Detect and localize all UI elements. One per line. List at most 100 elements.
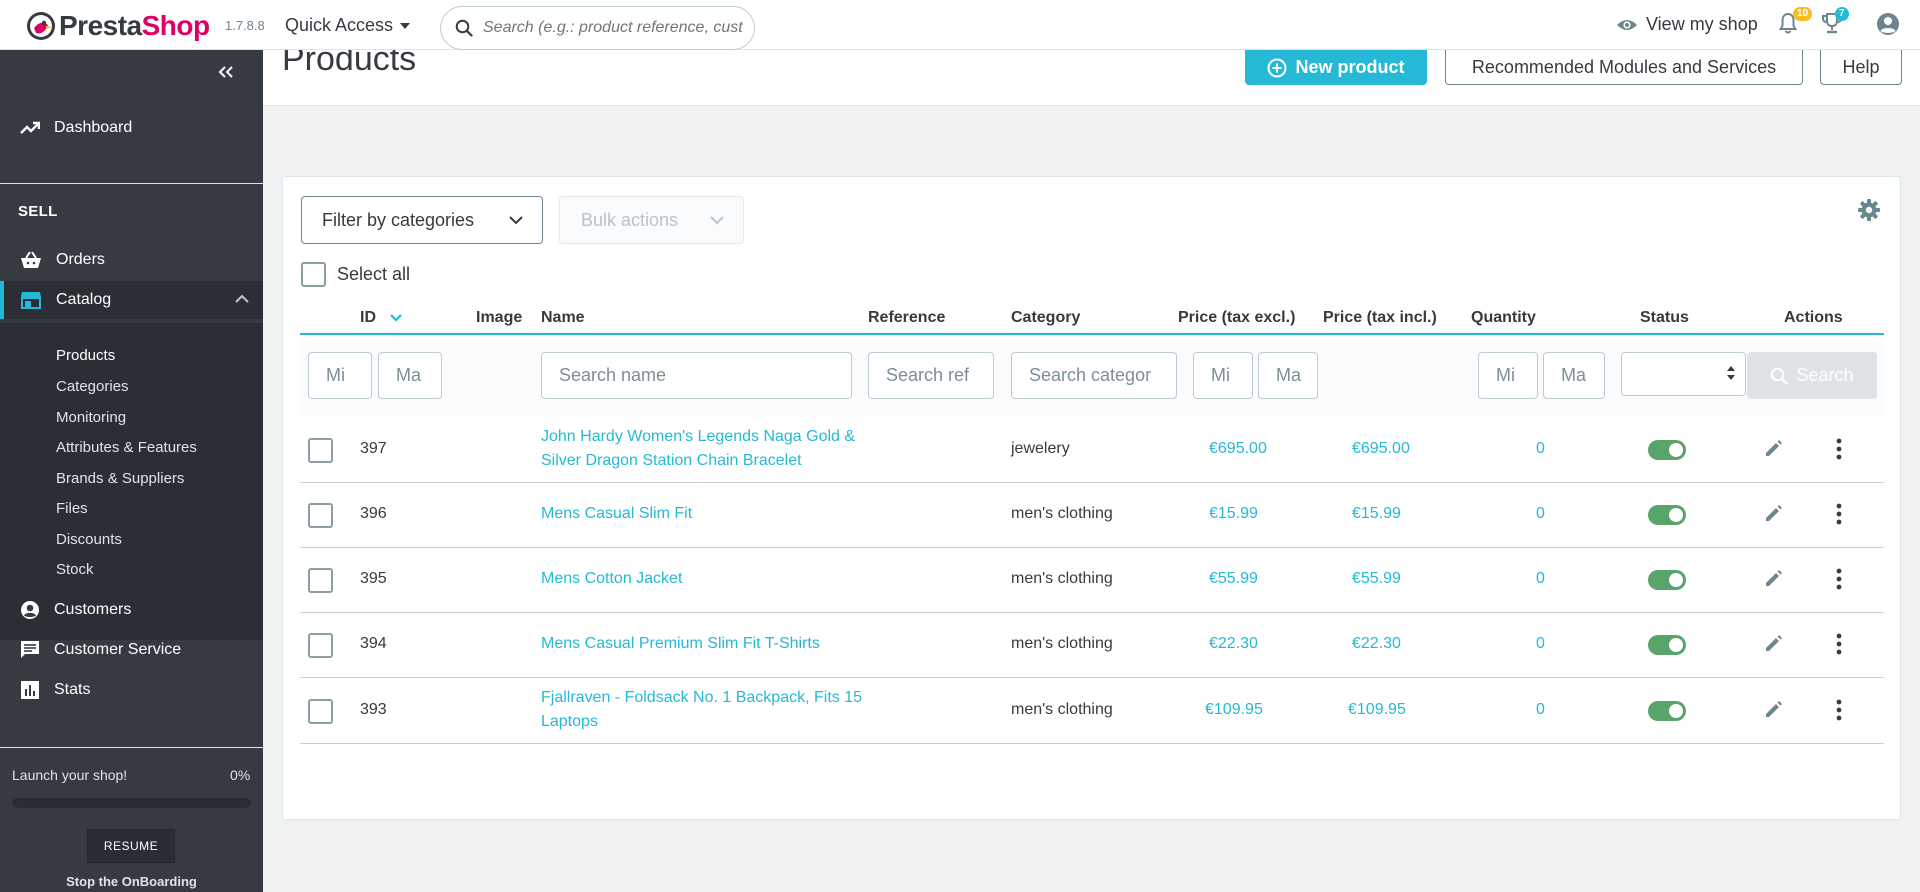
sidebar-item-label: Customer Service — [54, 641, 182, 658]
more-vertical-icon[interactable] — [1836, 438, 1842, 460]
view-shop-label: View my shop — [1646, 14, 1758, 34]
more-vertical-icon[interactable] — [1836, 699, 1842, 721]
edit-pencil-icon[interactable] — [1764, 699, 1784, 719]
column-header-id[interactable]: ID — [360, 302, 402, 335]
view-shop-link[interactable]: View my shop — [1616, 14, 1758, 35]
row-name-link[interactable]: Mens Casual Slim Fit — [541, 502, 871, 526]
filter-id-min-input[interactable]: Mi — [308, 352, 372, 399]
filter-status-select[interactable] — [1621, 352, 1746, 396]
column-header-category[interactable]: Category — [1011, 302, 1080, 335]
table-row: 394 Mens Casual Premium Slim Fit T-Shirt… — [300, 613, 1884, 678]
row-status-toggle[interactable] — [1648, 701, 1686, 721]
more-vertical-icon[interactable] — [1836, 503, 1842, 525]
achievements-button[interactable]: 7 — [1821, 7, 1849, 34]
more-vertical-icon[interactable] — [1836, 633, 1842, 655]
employee-menu-button[interactable] — [1876, 12, 1900, 36]
submenu-item-products[interactable]: Products — [56, 347, 115, 364]
header-search[interactable] — [440, 6, 755, 50]
row-checkbox[interactable] — [308, 568, 333, 593]
new-product-button[interactable]: New product — [1245, 50, 1427, 85]
sidebar-item-catalog[interactable]: Catalog — [0, 281, 263, 319]
row-quantity[interactable]: 0 — [1536, 632, 1545, 656]
sidebar-item-orders[interactable]: Orders — [0, 241, 263, 279]
help-button[interactable]: Help — [1820, 50, 1902, 85]
filter-id-max-input[interactable]: Ma — [378, 352, 442, 399]
row-price-excl[interactable]: €15.99 — [1209, 502, 1258, 526]
table-row: 396 Mens Casual Slim Fit men's clothing … — [300, 483, 1884, 548]
row-price-excl[interactable]: €109.95 — [1205, 698, 1263, 722]
row-status-toggle[interactable] — [1648, 505, 1686, 525]
filter-by-categories-dropdown[interactable]: Filter by categories — [301, 196, 543, 244]
column-header-name[interactable]: Name — [541, 302, 585, 335]
page-header: Products New product Recommended Modules… — [263, 40, 1920, 106]
submenu-item-files[interactable]: Files — [56, 500, 88, 517]
row-quantity[interactable]: 0 — [1536, 502, 1545, 526]
sidebar-item-customers[interactable]: Customers — [0, 591, 263, 629]
notifications-button[interactable]: 10 — [1779, 7, 1813, 34]
row-price-excl[interactable]: €55.99 — [1209, 567, 1258, 591]
search-icon — [455, 19, 473, 37]
filter-price-max-input[interactable]: Ma — [1258, 352, 1318, 399]
column-header-quantity[interactable]: Quantity — [1471, 302, 1536, 335]
submenu-item-brands-suppliers[interactable]: Brands & Suppliers — [56, 470, 184, 487]
row-status-toggle[interactable] — [1648, 570, 1686, 590]
row-name-link[interactable]: Mens Cotton Jacket — [541, 567, 871, 591]
row-status-toggle[interactable] — [1648, 440, 1686, 460]
chat-icon — [21, 641, 39, 658]
trending-up-icon — [20, 121, 40, 134]
edit-pencil-icon[interactable] — [1764, 438, 1784, 458]
filter-qty-max-input[interactable]: Ma — [1543, 352, 1605, 399]
filter-category-input[interactable]: Search categor — [1011, 352, 1177, 399]
filter-qty-min-input[interactable]: Mi — [1478, 352, 1538, 399]
settings-button[interactable] — [1857, 198, 1881, 222]
row-checkbox[interactable] — [308, 699, 333, 724]
row-checkbox[interactable] — [308, 633, 333, 658]
submenu-item-categories[interactable]: Categories — [56, 378, 129, 395]
row-quantity[interactable]: 0 — [1536, 567, 1545, 591]
collapse-sidebar-button[interactable] — [217, 65, 235, 79]
submenu-item-stock[interactable]: Stock — [56, 561, 94, 578]
filter-price-min-input[interactable]: Mi — [1193, 352, 1253, 399]
prestashop-logo[interactable]: PrestaShop — [26, 11, 210, 41]
recommended-modules-button[interactable]: Recommended Modules and Services — [1445, 50, 1803, 85]
column-header-status[interactable]: Status — [1640, 302, 1689, 335]
more-vertical-icon[interactable] — [1836, 568, 1842, 590]
bulk-actions-dropdown[interactable]: Bulk actions — [559, 196, 744, 244]
header-search-input[interactable] — [483, 19, 743, 37]
filter-search-button[interactable]: Search — [1747, 352, 1877, 399]
resume-onboarding-button[interactable]: RESUME — [87, 829, 175, 863]
select-all[interactable]: Select all — [301, 262, 410, 287]
row-name-link[interactable]: Mens Casual Premium Slim Fit T-Shirts — [541, 632, 871, 656]
row-price-excl[interactable]: €22.30 — [1209, 632, 1258, 656]
quick-access-dropdown[interactable]: Quick Access — [285, 15, 411, 36]
edit-pencil-icon[interactable] — [1764, 633, 1784, 653]
row-price-excl[interactable]: €695.00 — [1209, 437, 1267, 461]
column-header-price-excl[interactable]: Price (tax excl.) — [1178, 302, 1295, 335]
filter-name-input[interactable]: Search name — [541, 352, 852, 399]
shopping-basket-icon — [21, 251, 41, 268]
sidebar-item-stats[interactable]: Stats — [0, 671, 263, 709]
puffin-logo-icon — [27, 12, 55, 40]
row-name-link[interactable]: John Hardy Women's Legends Naga Gold & S… — [541, 425, 871, 473]
row-name-link[interactable]: Fjallraven - Foldsack No. 1 Backpack, Fi… — [541, 686, 871, 734]
column-header-reference[interactable]: Reference — [868, 302, 945, 335]
row-checkbox[interactable] — [308, 438, 333, 463]
sidebar-section-sell: SELL — [18, 203, 58, 220]
submenu-item-attributes-features[interactable]: Attributes & Features — [56, 439, 197, 456]
row-quantity[interactable]: 0 — [1536, 698, 1545, 722]
submenu-item-discounts[interactable]: Discounts — [56, 531, 122, 548]
row-quantity[interactable]: 0 — [1536, 437, 1545, 461]
sidebar-item-dashboard[interactable]: Dashboard — [0, 112, 263, 144]
row-checkbox[interactable] — [308, 503, 333, 528]
stop-onboarding-link[interactable]: Stop the OnBoarding — [0, 874, 263, 889]
filter-reference-input[interactable]: Search ref — [868, 352, 994, 399]
select-all-checkbox[interactable] — [301, 262, 326, 287]
edit-pencil-icon[interactable] — [1764, 568, 1784, 588]
chevron-up-icon — [235, 294, 249, 303]
edit-pencil-icon[interactable] — [1764, 503, 1784, 523]
submenu-item-monitoring[interactable]: Monitoring — [56, 409, 126, 426]
row-category: men's clothing — [1011, 505, 1113, 522]
sidebar-item-customer-service[interactable]: Customer Service — [0, 631, 263, 669]
row-price-incl: €55.99 — [1352, 570, 1401, 587]
row-status-toggle[interactable] — [1648, 635, 1686, 655]
